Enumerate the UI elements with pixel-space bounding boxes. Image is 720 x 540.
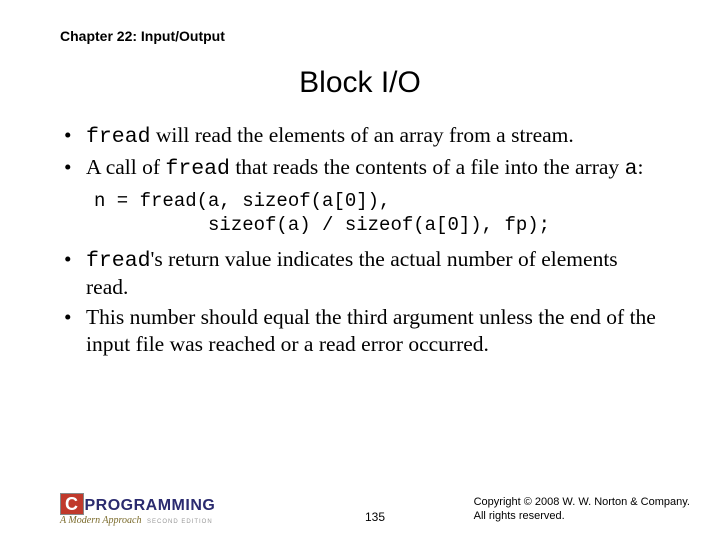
code-inline: fread [86,125,151,149]
bullet-text: This number should equal the third argum… [86,305,656,355]
logo-top: C PROGRAMMING [60,493,215,515]
bullet-text: that reads the contents of a file into t… [230,155,625,179]
page-number: 135 [365,510,385,524]
bullet-list: fread will read the elements of an array… [60,122,660,182]
chapter-label: Chapter 22: Input/Output [60,28,660,44]
bullet-text: 's return value indicates the actual num… [86,247,618,299]
bullet-item: fread's return value indicates the actua… [60,246,660,300]
bullet-item: fread will read the elements of an array… [60,122,660,150]
logo-c-badge: C [60,493,84,515]
bullet-text: A call of [86,155,165,179]
logo-edition: SECOND EDITION [147,519,213,525]
code-inline: fread [165,157,230,181]
bullet-item: This number should equal the third argum… [60,304,660,356]
bullet-list: fread's return value indicates the actua… [60,246,660,357]
code-block: n = fread(a, sizeof(a[0]), sizeof(a) / s… [94,190,660,238]
bullet-item: A call of fread that reads the contents … [60,154,660,182]
logo-sub-text: A Modern Approach [60,515,141,526]
book-logo: C PROGRAMMING A Modern Approach SECOND E… [60,493,215,526]
slide-title: Block I/O [60,66,660,100]
code-inline: fread [86,249,151,273]
copyright-line: All rights reserved. [474,510,690,524]
copyright: Copyright © 2008 W. W. Norton & Company.… [474,496,690,524]
code-inline: a [625,157,638,181]
bullet-text: will read the elements of an array from … [151,123,574,147]
bullet-text: : [637,155,643,179]
footer: C PROGRAMMING A Modern Approach SECOND E… [60,493,690,526]
logo-programming-text: PROGRAMMING [85,498,216,514]
logo-subtitle: A Modern Approach SECOND EDITION [60,516,215,526]
copyright-line: Copyright © 2008 W. W. Norton & Company. [474,496,690,510]
